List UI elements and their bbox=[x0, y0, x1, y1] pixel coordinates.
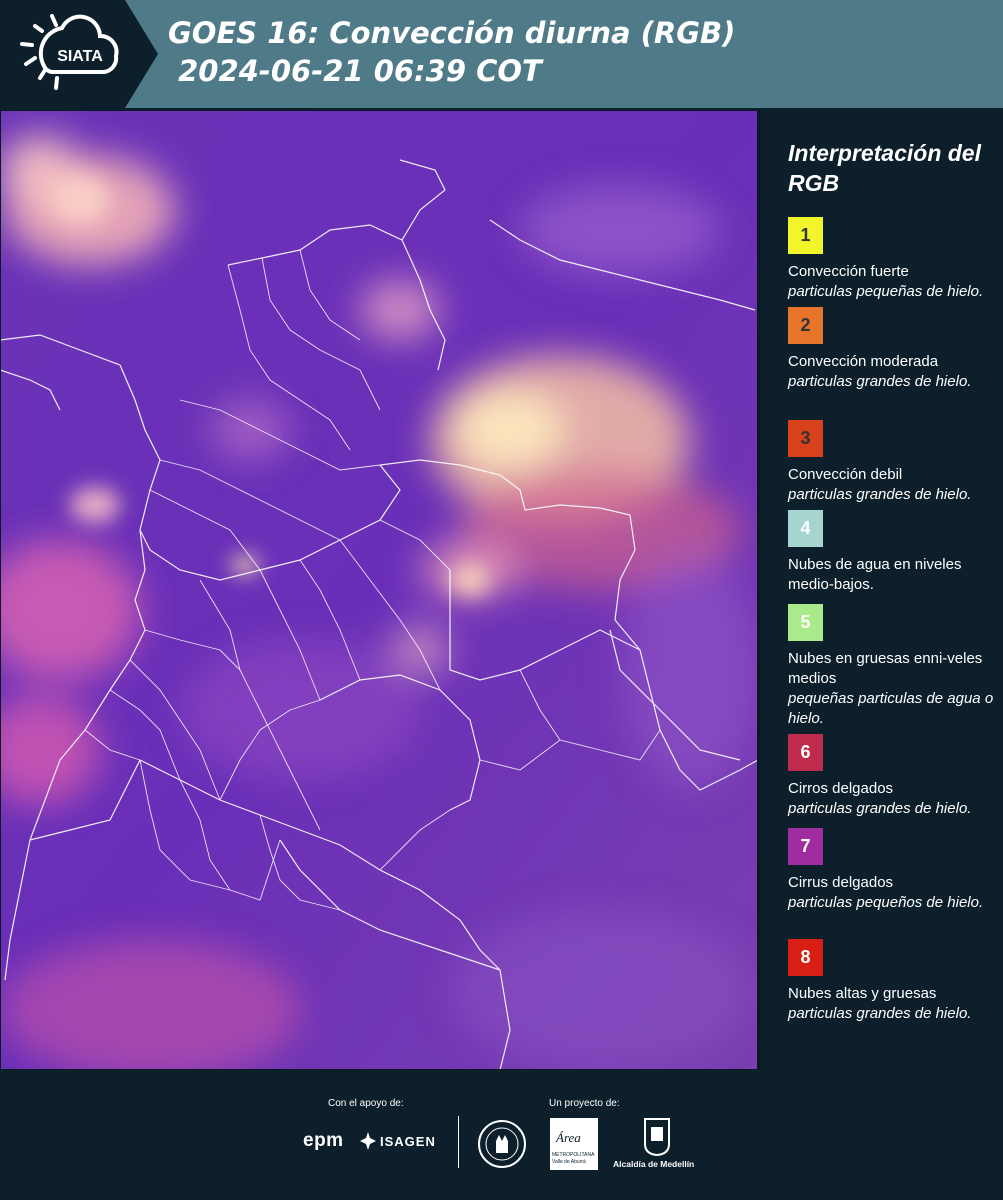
alcaldia-logo-text: Alcaldía de Medellín bbox=[613, 1159, 695, 1169]
area-logo-line2: Valle de Aburrá bbox=[552, 1159, 586, 1165]
legend-item-2: 2 Convección moderada particulas grandes… bbox=[788, 307, 998, 392]
isagen-icon bbox=[360, 1132, 376, 1150]
legend-item-1: 1 Convección fuerte particulas pequeñas … bbox=[788, 217, 998, 302]
legend-swatch-7: 7 bbox=[788, 828, 823, 865]
isagen-logo: ISAGEN bbox=[380, 1134, 436, 1149]
legend-swatch-2: 2 bbox=[788, 307, 823, 344]
legend-panel: Interpretación del RGB 1 Convección fuer… bbox=[760, 110, 1003, 1070]
legend-swatch-5: 5 bbox=[788, 604, 823, 641]
legend-desc-4: Nubes de agua en niveles medio-bajos. bbox=[788, 556, 962, 593]
alcaldia-shield-icon bbox=[644, 1118, 670, 1156]
satellite-map bbox=[0, 110, 758, 1070]
legend-sub-6: particulas grandes de hielo. bbox=[788, 800, 972, 817]
support-label: Con el apoyo de: bbox=[328, 1098, 404, 1109]
siata-logo: SIATA bbox=[0, 0, 158, 108]
page-title: GOES 16: Convección diurna (RGB) 2024-06… bbox=[168, 16, 736, 88]
legend-desc-3: Convección debil bbox=[788, 466, 903, 483]
legend-item-5: 5 Nubes en gruesas enni-veles medios peq… bbox=[788, 604, 998, 729]
legend-sub-1: particulas pequeñas de hielo. bbox=[788, 283, 984, 300]
footer-separator bbox=[458, 1116, 459, 1168]
legend-desc-8: Nubes altas y gruesas bbox=[788, 985, 937, 1002]
legend-sub-2: particulas grandes de hielo. bbox=[788, 373, 972, 390]
satellite-image bbox=[0, 110, 758, 1070]
legend-sub-5: pequeñas particulas de agua o hielo. bbox=[788, 690, 994, 727]
legend-item-6: 6 Cirros delgados particulas grandes de … bbox=[788, 734, 998, 819]
siata-logo-text: SIATA bbox=[57, 48, 103, 65]
header-bar: SIATA GOES 16: Convección diurna (RGB) 2… bbox=[0, 0, 1003, 108]
legend-item-8: 8 Nubes altas y gruesas particulas grand… bbox=[788, 939, 998, 1024]
area-logo-word: Área bbox=[556, 1130, 581, 1145]
legend-swatch-4: 4 bbox=[788, 510, 823, 547]
legend-desc-1: Convección fuerte bbox=[788, 263, 909, 280]
legend-sub-7: particulas pequeños de hielo. bbox=[788, 894, 984, 911]
area-logo-line1: METROPOLITANA bbox=[552, 1152, 595, 1158]
legend-desc-6: Cirros delgados bbox=[788, 780, 894, 797]
footer: Con el apoyo de: Un proyecto de: epm ISA… bbox=[0, 1070, 1003, 1200]
legend-desc-2: Convección moderada bbox=[788, 353, 939, 370]
legend-swatch-3: 3 bbox=[788, 420, 823, 457]
legend-item-3: 3 Convección debil particulas grandes de… bbox=[788, 420, 998, 505]
legend-item-7: 7 Cirrus delgados particulas pequeños de… bbox=[788, 828, 998, 913]
legend-swatch-1: 1 bbox=[788, 217, 823, 254]
legend-swatch-6: 6 bbox=[788, 734, 823, 771]
project-label: Un proyecto de: bbox=[549, 1098, 620, 1109]
legend-swatch-8: 8 bbox=[788, 939, 823, 976]
legend-desc-5: Nubes en gruesas enni-veles medios bbox=[788, 650, 983, 687]
legend-title: Interpretación del RGB bbox=[788, 140, 981, 196]
epm-logo: epm bbox=[303, 1130, 344, 1151]
medellin-seal-icon bbox=[478, 1120, 526, 1168]
legend-sub-3: particulas grandes de hielo. bbox=[788, 486, 972, 503]
legend-desc-7: Cirrus delgados bbox=[788, 874, 894, 891]
legend-item-4: 4 Nubes de agua en niveles medio-bajos. bbox=[788, 510, 998, 595]
legend-sub-8: particulas grandes de hielo. bbox=[788, 1005, 972, 1022]
